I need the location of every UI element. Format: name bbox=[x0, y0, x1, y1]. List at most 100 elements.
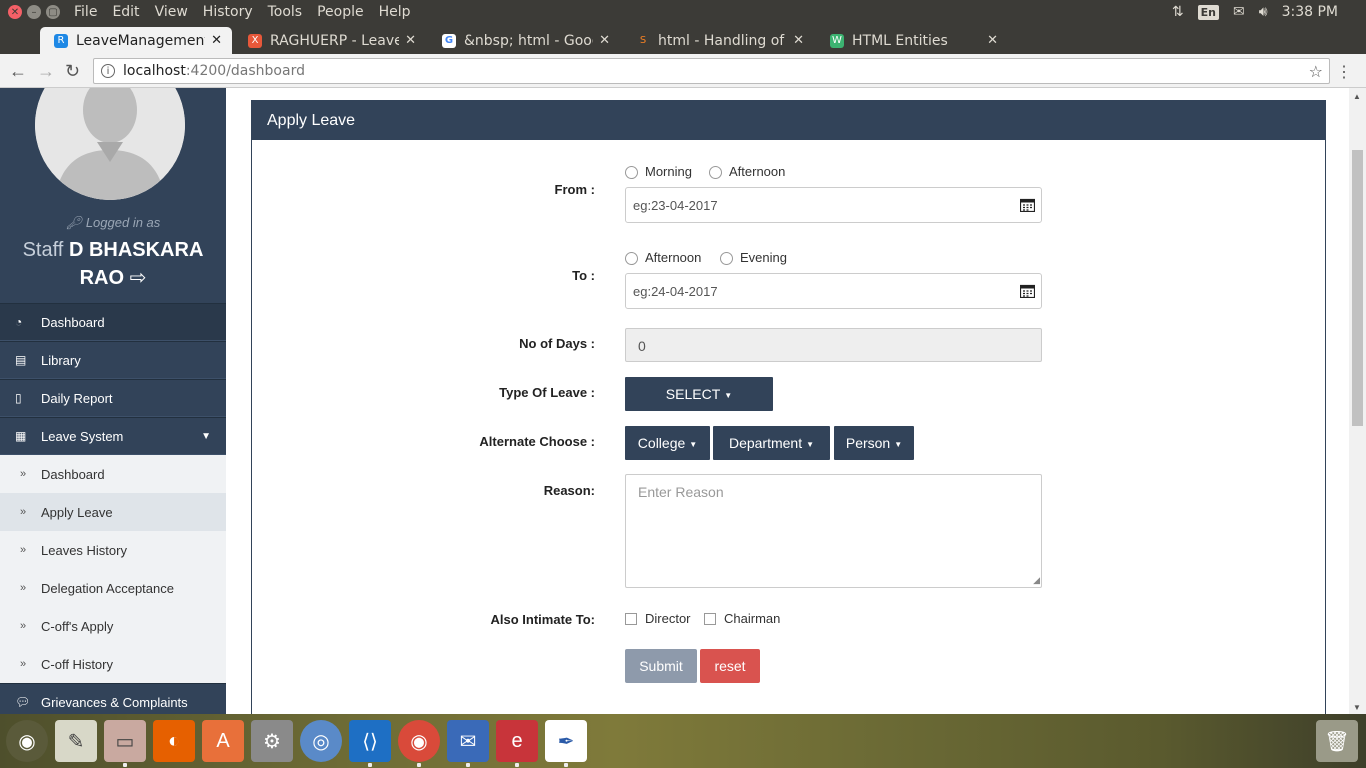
logout-icon[interactable]: ⇨ bbox=[130, 267, 147, 289]
submit-button[interactable]: Submit bbox=[625, 649, 697, 683]
google-favicon-icon: G bbox=[442, 33, 456, 48]
reload-icon[interactable]: ↻ bbox=[65, 61, 80, 82]
radio-circle[interactable] bbox=[720, 252, 733, 265]
menu-people[interactable]: People bbox=[317, 4, 364, 20]
tab-raghuerp[interactable]: X RAGHUERP - Leave ✕ bbox=[234, 27, 426, 54]
tab-google[interactable]: G &nbsp; html - Goog ✕ bbox=[428, 27, 620, 54]
stackoverflow-favicon-icon: S bbox=[639, 35, 647, 46]
keyboard-layout-indicator[interactable]: En bbox=[1197, 4, 1220, 20]
close-tab-icon[interactable]: ✕ bbox=[211, 33, 222, 48]
minimize-window-button[interactable]: – bbox=[27, 5, 41, 19]
days-count-field: 0 bbox=[625, 328, 1042, 362]
browser-menu-icon[interactable]: ⋮ bbox=[1336, 62, 1352, 82]
type-of-leave-label: Type Of Leave : bbox=[499, 385, 595, 400]
to-date-input[interactable]: eg:24-04-2017 bbox=[625, 273, 1042, 309]
menu-file[interactable]: File bbox=[74, 4, 97, 20]
submenu-item-dashboard[interactable]: » Dashboard bbox=[0, 455, 226, 493]
submenu-item-delegation-acceptance[interactable]: » Delegation Acceptance bbox=[0, 569, 226, 607]
caret-down-icon: ▼ bbox=[201, 430, 211, 442]
menu-help[interactable]: Help bbox=[379, 4, 411, 20]
radio-circle[interactable] bbox=[709, 166, 722, 179]
trash-icon[interactable]: 🗑︎ bbox=[1316, 720, 1358, 762]
info-icon[interactable]: i bbox=[101, 64, 115, 78]
from-date-input[interactable]: eg:23-04-2017 bbox=[625, 187, 1042, 223]
firefox-icon[interactable]: ◐ bbox=[153, 720, 195, 762]
chromium-icon[interactable]: ◎ bbox=[300, 720, 342, 762]
close-tab-icon[interactable]: ✕ bbox=[405, 33, 416, 48]
college-dropdown-button[interactable]: College ▼ bbox=[625, 426, 710, 460]
submenu-item-coff-history[interactable]: » C-off History bbox=[0, 645, 226, 683]
menu-history[interactable]: History bbox=[203, 4, 253, 20]
url-bar[interactable]: i localhost:4200/dashboard ☆ bbox=[93, 58, 1330, 84]
back-arrow-icon[interactable]: ← bbox=[9, 61, 27, 82]
vscode-icon[interactable]: ⟨⟩ bbox=[349, 720, 391, 762]
tab-label: RAGHUERP - Leave bbox=[270, 32, 400, 49]
to-afternoon-radio[interactable]: Afternoon bbox=[625, 249, 701, 265]
sidebar-item-grievances[interactable]: 💬︎ Grievances & Complaints bbox=[0, 683, 226, 714]
mail-icon[interactable]: ✉ bbox=[1233, 4, 1245, 20]
from-morning-radio[interactable]: Morning bbox=[625, 163, 692, 179]
close-window-button[interactable]: ✕ bbox=[8, 5, 22, 19]
bookmark-star-icon[interactable]: ☆ bbox=[1309, 62, 1323, 81]
clock[interactable]: 3:38 PM bbox=[1282, 4, 1338, 20]
close-tab-icon[interactable]: ✕ bbox=[793, 33, 804, 48]
book-icon: ▤ bbox=[15, 353, 27, 367]
forward-arrow-icon[interactable]: → bbox=[37, 61, 55, 82]
close-tab-icon[interactable]: ✕ bbox=[987, 33, 998, 48]
radio-circle[interactable] bbox=[625, 166, 638, 179]
tab-stackoverflow[interactable]: S html - Handling of ✕ bbox=[622, 27, 814, 54]
double-chevron-icon: » bbox=[20, 658, 27, 670]
resize-grip-icon[interactable]: ◢ bbox=[1033, 575, 1040, 586]
director-checkbox[interactable]: Director bbox=[625, 611, 691, 626]
submenu-item-apply-leave[interactable]: » Apply Leave bbox=[0, 493, 226, 531]
running-indicator bbox=[123, 763, 127, 767]
chrome-icon[interactable]: ◉ bbox=[398, 720, 440, 762]
reason-textarea[interactable]: Enter Reason ◢ bbox=[625, 474, 1042, 588]
software-center-icon[interactable]: A bbox=[202, 720, 244, 762]
calendar-icon[interactable] bbox=[1020, 284, 1035, 298]
checkbox-box[interactable] bbox=[625, 612, 637, 625]
tab-html-entities[interactable]: W HTML Entities ✕ bbox=[816, 27, 1008, 54]
maximize-window-button[interactable]: ▢ bbox=[46, 5, 60, 19]
radio-circle[interactable] bbox=[625, 252, 638, 265]
volume-icon[interactable]: 🔊︎ bbox=[1259, 4, 1268, 20]
file-manager-icon[interactable]: ▭ bbox=[104, 720, 146, 762]
submenu-item-leaves-history[interactable]: » Leaves History bbox=[0, 531, 226, 569]
to-evening-radio[interactable]: Evening bbox=[720, 249, 787, 265]
network-icon[interactable]: ⇅ bbox=[1172, 4, 1184, 20]
url-host: localhost bbox=[123, 63, 186, 79]
caret-down-icon: ▼ bbox=[806, 439, 815, 449]
sidebar-item-leave-system[interactable]: ▦ Leave System ▼ bbox=[0, 417, 226, 455]
checkbox-box[interactable] bbox=[704, 612, 716, 625]
avatar bbox=[35, 88, 185, 200]
menu-edit[interactable]: Edit bbox=[112, 4, 139, 20]
department-dropdown-button[interactable]: Department ▼ bbox=[713, 426, 830, 460]
close-tab-icon[interactable]: ✕ bbox=[599, 33, 610, 48]
calendar-icon[interactable] bbox=[1020, 198, 1035, 212]
scrollbar-thumb[interactable] bbox=[1352, 150, 1363, 426]
from-afternoon-radio[interactable]: Afternoon bbox=[709, 163, 785, 179]
filezilla-icon[interactable]: e bbox=[496, 720, 538, 762]
chairman-checkbox[interactable]: Chairman bbox=[704, 611, 780, 626]
tab-leavemanagement[interactable]: R LeaveManagement ✕ bbox=[40, 27, 232, 54]
scroll-down-arrow-icon[interactable]: ▼ bbox=[1353, 703, 1361, 712]
reset-button[interactable]: reset bbox=[700, 649, 760, 683]
system-settings-icon[interactable]: ⚙ bbox=[251, 720, 293, 762]
sidebar-item-library[interactable]: ▤ Library bbox=[0, 341, 226, 379]
caret-down-icon: ▼ bbox=[894, 439, 903, 449]
menu-tools[interactable]: Tools bbox=[268, 4, 303, 20]
inkscape-icon[interactable]: ✒ bbox=[545, 720, 587, 762]
text-editor-icon[interactable]: ✎ bbox=[55, 720, 97, 762]
sidebar-item-dashboard[interactable]: ◔ Dashboard bbox=[0, 303, 226, 341]
scroll-up-arrow-icon[interactable]: ▲ bbox=[1353, 92, 1361, 101]
leave-type-select-button[interactable]: SELECT ▼ bbox=[625, 377, 773, 411]
sidebar-item-daily-report[interactable]: ▯ Daily Report bbox=[0, 379, 226, 417]
ubuntu-dash-icon[interactable]: ◉ bbox=[6, 720, 48, 762]
page-scrollbar[interactable]: ▲ ▼ bbox=[1349, 88, 1366, 714]
submenu-item-coffs-apply[interactable]: » C-off's Apply bbox=[0, 607, 226, 645]
person-dropdown-button[interactable]: Person ▼ bbox=[834, 426, 914, 460]
app-menu: File Edit View History Tools People Help bbox=[74, 4, 426, 20]
menu-view[interactable]: View bbox=[155, 4, 188, 20]
from-label: From : bbox=[554, 182, 595, 197]
thunderbird-icon[interactable]: ✉ bbox=[447, 720, 489, 762]
